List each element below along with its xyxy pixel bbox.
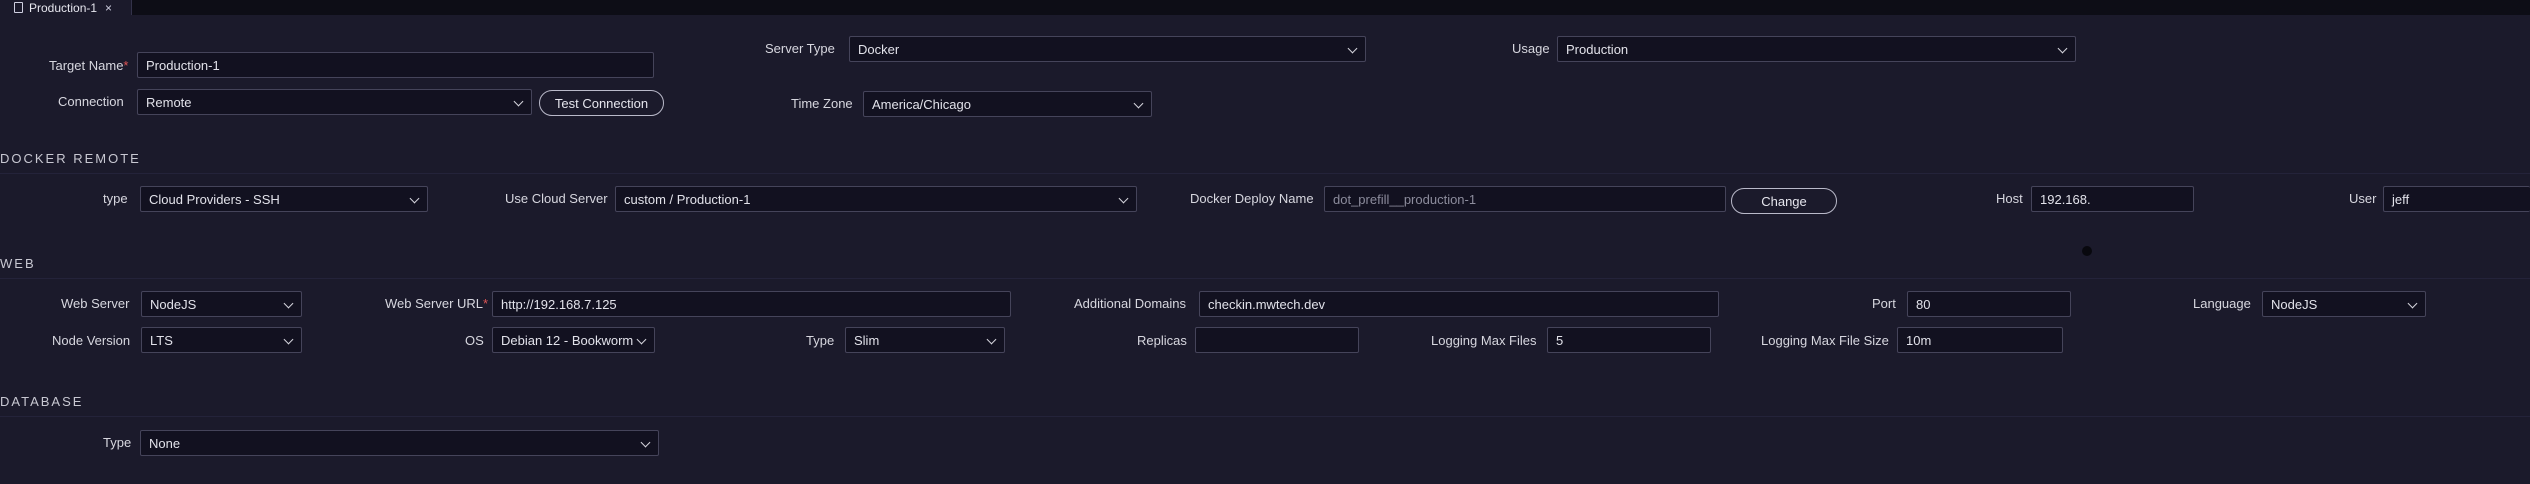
chevron-down-icon xyxy=(640,437,651,448)
replicas-label: Replicas xyxy=(1137,333,1187,348)
chevron-down-icon xyxy=(283,334,294,345)
chevron-down-icon xyxy=(2407,298,2418,309)
logging-max-files-input[interactable]: 5 xyxy=(1547,327,1711,353)
port-label: Port xyxy=(1872,296,1896,311)
docker-deploy-name-input[interactable]: dot_prefill__production-1 xyxy=(1324,186,1726,212)
tab-production-1[interactable]: Production-1 × xyxy=(0,0,132,15)
user-label: User xyxy=(2349,191,2377,206)
chevron-down-icon xyxy=(513,96,524,107)
language-select[interactable]: NodeJS xyxy=(2262,291,2426,317)
user-input[interactable]: jeff xyxy=(2383,186,2530,212)
node-version-label: Node Version xyxy=(52,333,131,348)
chevron-down-icon xyxy=(2057,43,2068,54)
node-version-select[interactable]: LTS xyxy=(141,327,302,353)
chevron-down-icon xyxy=(1133,98,1144,109)
web-server-label: Web Server xyxy=(61,296,130,311)
section-divider xyxy=(0,278,2530,279)
logging-max-file-size-label: Logging Max File Size xyxy=(1761,333,1889,348)
docker-type-label: type xyxy=(103,191,128,206)
connection-select[interactable]: Remote xyxy=(137,89,532,115)
additional-domains-input[interactable]: checkin.mwtech.dev xyxy=(1199,291,1719,317)
chevron-down-icon xyxy=(986,334,997,345)
docker-type-select[interactable]: Cloud Providers - SSH xyxy=(140,186,428,212)
chevron-down-icon xyxy=(636,334,647,345)
chevron-down-icon xyxy=(283,298,294,309)
web-type-select[interactable]: Slim xyxy=(845,327,1005,353)
database-type-label: Type xyxy=(103,435,132,450)
logging-max-files-label: Logging Max Files xyxy=(1431,333,1537,348)
os-select[interactable]: Debian 12 - Bookworm xyxy=(492,327,655,353)
target-name-label: Target Name* xyxy=(49,58,129,73)
section-divider xyxy=(0,416,2530,417)
target-name-input[interactable]: Production-1 xyxy=(137,52,654,78)
port-input[interactable]: 80 xyxy=(1907,291,2071,317)
change-button[interactable]: Change xyxy=(1731,188,1837,214)
status-dot xyxy=(2082,246,2092,256)
use-cloud-server-label: Use Cloud Server xyxy=(505,191,608,206)
web-type-label: Type xyxy=(806,333,835,348)
tab-bar: Production-1 × xyxy=(0,0,2530,15)
tab-label: Production-1 xyxy=(29,0,98,15)
section-database: DATABASE xyxy=(0,394,84,409)
test-connection-button[interactable]: Test Connection xyxy=(539,90,664,116)
host-label: Host xyxy=(1996,191,2023,206)
document-icon xyxy=(14,2,23,13)
time-zone-select[interactable]: America/Chicago xyxy=(863,91,1152,117)
logging-max-file-size-input[interactable]: 10m xyxy=(1897,327,2063,353)
section-divider xyxy=(0,173,2530,174)
web-server-select[interactable]: NodeJS xyxy=(141,291,302,317)
database-type-select[interactable]: None xyxy=(140,430,659,456)
server-type-label: Server Type xyxy=(765,41,835,56)
connection-label: Connection xyxy=(58,94,124,109)
chevron-down-icon xyxy=(1118,193,1129,204)
chevron-down-icon xyxy=(1347,43,1358,54)
os-label: OS xyxy=(465,333,484,348)
usage-select[interactable]: Production xyxy=(1557,36,2076,62)
host-input[interactable]: 192.168. xyxy=(2031,186,2194,212)
docker-deploy-name-label: Docker Deploy Name xyxy=(1190,191,1314,206)
time-zone-label: Time Zone xyxy=(791,96,853,111)
close-icon[interactable]: × xyxy=(105,1,112,15)
redacted-mask xyxy=(2092,193,2133,205)
section-web: WEB xyxy=(0,256,36,271)
web-server-url-input[interactable]: http://192.168.7.125 xyxy=(492,291,1011,317)
server-type-select[interactable]: Docker xyxy=(849,36,1366,62)
chevron-down-icon xyxy=(409,193,420,204)
usage-label: Usage xyxy=(1512,41,1550,56)
use-cloud-server-select[interactable]: custom / Production-1 xyxy=(615,186,1137,212)
section-docker-remote: DOCKER REMOTE xyxy=(0,151,141,166)
additional-domains-label: Additional Domains xyxy=(1074,296,1187,311)
web-server-url-label: Web Server URL* xyxy=(385,296,489,311)
replicas-input[interactable] xyxy=(1195,327,1359,353)
language-label: Language xyxy=(2193,296,2251,311)
